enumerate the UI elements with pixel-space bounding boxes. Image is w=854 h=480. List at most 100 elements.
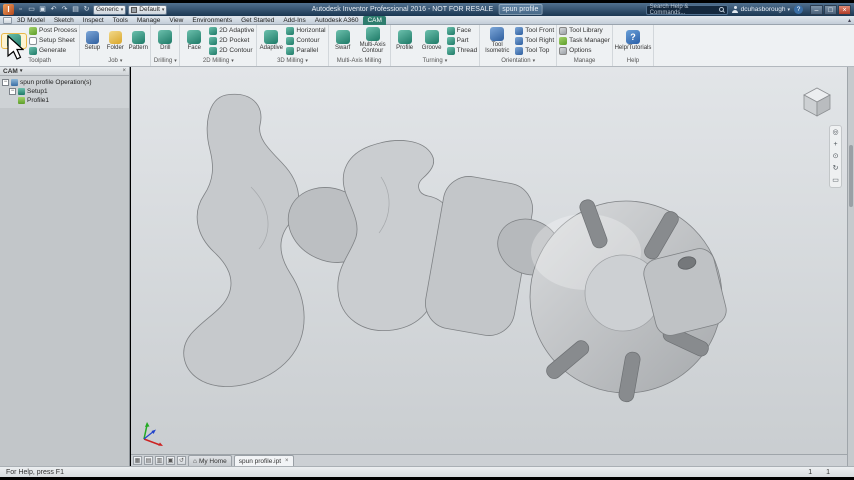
expander-icon[interactable]: −: [2, 78, 9, 86]
task-manager-button[interactable]: Task Manager: [559, 36, 610, 45]
close-tab-icon[interactable]: ×: [285, 458, 289, 464]
previous-view-icon[interactable]: ↺: [177, 456, 186, 465]
tool-top-button[interactable]: Tool Top: [515, 46, 554, 55]
help-icon[interactable]: ?: [794, 5, 803, 14]
turning-part-button[interactable]: Part: [446, 36, 478, 45]
tab-inspect[interactable]: Inspect: [79, 16, 108, 25]
new-file-icon[interactable]: ▫: [16, 5, 25, 15]
viewport-3d[interactable]: ◎ + ⊙ ↻ ▭ ▦ ▤ ▥ ▣ ↺ ⌂ My Home spun profi…: [131, 67, 847, 466]
tab-cam[interactable]: CAM: [363, 15, 386, 25]
tool-front-button[interactable]: Tool Front: [515, 26, 554, 35]
2d-contour-button[interactable]: 2D Contour: [209, 46, 254, 55]
2d-milling-group-label[interactable]: 2D Milling ▾: [182, 56, 254, 66]
inventor-logo-icon[interactable]: I: [3, 4, 14, 15]
setup-sheet-button[interactable]: Setup Sheet: [29, 36, 77, 45]
scrollbar-thumb[interactable]: [849, 145, 853, 207]
pattern-button[interactable]: Pattern: [128, 30, 148, 51]
tree-item-operations[interactable]: − spun profile Operation(s): [2, 78, 127, 86]
2d-adaptive-button[interactable]: 2D Adaptive: [209, 26, 254, 35]
tab-add-ins[interactable]: Add-Ins: [279, 16, 309, 25]
profile-button[interactable]: Profile: [393, 30, 417, 51]
quick-access-toolbar: I ▫ ▭ ▣ ↶ ↷ ▤ ↻ Generic ▾ Default ▾: [3, 4, 168, 15]
swarf-button[interactable]: Swarf: [331, 30, 355, 51]
horizontal-icon: [286, 26, 295, 35]
grid-view-icon[interactable]: ▦: [133, 456, 142, 465]
face-button[interactable]: Face: [182, 30, 206, 51]
model-spun-profile[interactable]: [131, 67, 847, 454]
pan-button[interactable]: +: [831, 140, 840, 149]
appearance-combo[interactable]: Default ▾: [128, 4, 168, 15]
help-tutorials-button[interactable]: ? Help/Tutorials: [615, 30, 651, 51]
tab-my-home[interactable]: ⌂ My Home: [188, 455, 232, 466]
tab-tools[interactable]: Tools: [109, 16, 132, 25]
user-account-button[interactable]: dcuhasborough ▾: [732, 6, 790, 13]
tab-view[interactable]: View: [165, 16, 187, 25]
update-icon[interactable]: ↻: [82, 5, 91, 15]
window-title: Autodesk Inventor Professional 2016 - NO…: [312, 3, 543, 16]
open-icon[interactable]: ▭: [27, 5, 36, 15]
list-view-icon[interactable]: ▤: [144, 456, 153, 465]
turning-face-icon: [446, 26, 455, 35]
profile-icon: [397, 30, 412, 44]
horizontal-button[interactable]: Horizontal: [286, 26, 326, 35]
search-icon: [718, 7, 724, 12]
help-search-input[interactable]: Search Help & Commands...: [645, 4, 728, 16]
setup-button[interactable]: Setup: [82, 30, 102, 51]
turning-thread-button[interactable]: Thread: [446, 46, 477, 55]
zoom-button[interactable]: ⊙: [831, 152, 840, 161]
view-cube[interactable]: [799, 83, 835, 119]
2d-pocket-button[interactable]: 2D Pocket: [209, 36, 254, 45]
document-name: spun profile: [498, 4, 543, 15]
ribbon-collapse-icon[interactable]: ▴: [848, 17, 851, 24]
tab-spun-profile-ipt[interactable]: spun profile.ipt ×: [233, 455, 294, 466]
contour-button[interactable]: Contour: [286, 36, 325, 45]
material-combo[interactable]: Generic ▾: [93, 4, 127, 15]
generate-icon: [29, 46, 37, 55]
drill-button[interactable]: Drill: [153, 30, 177, 51]
vertical-scrollbar[interactable]: [847, 67, 854, 466]
print-icon[interactable]: ▤: [71, 5, 80, 15]
app-menu-icon[interactable]: [3, 16, 12, 24]
close-button[interactable]: ×: [838, 4, 851, 15]
navigation-wheel-button[interactable]: ◎: [831, 128, 840, 137]
arrange-windows-icon[interactable]: ▣: [166, 456, 175, 465]
groove-button[interactable]: Groove: [420, 30, 444, 51]
tab-sketch[interactable]: Sketch: [50, 16, 78, 25]
expander-icon[interactable]: −: [9, 87, 16, 95]
folder-button[interactable]: Folder: [105, 30, 125, 51]
look-at-button[interactable]: ▭: [831, 176, 840, 185]
tool-isometric-icon: [490, 27, 505, 41]
job-group-label[interactable]: Job ▾: [82, 56, 148, 66]
redo-icon[interactable]: ↷: [60, 5, 69, 15]
options-button[interactable]: Options: [559, 46, 610, 55]
generate-button[interactable]: Generate: [29, 46, 77, 55]
orientation-group-label[interactable]: Orientation ▾: [482, 56, 554, 66]
maximize-button[interactable]: □: [824, 4, 837, 15]
tab-get-started[interactable]: Get Started: [237, 16, 278, 25]
tool-library-button[interactable]: Tool Library: [559, 26, 610, 35]
3d-milling-group-label[interactable]: 3D Milling ▾: [259, 56, 325, 66]
tree-item-profile1[interactable]: Profile1: [2, 96, 127, 104]
multi-axis-contour-button[interactable]: Multi-Axis Contour: [358, 27, 388, 54]
adaptive-button[interactable]: Adaptive: [259, 30, 283, 51]
tree-item-setup1[interactable]: − Setup1: [2, 87, 127, 95]
chevron-down-icon[interactable]: ▾: [20, 68, 23, 74]
tool-right-button[interactable]: Tool Right: [515, 36, 554, 45]
turning-face-button[interactable]: Face: [446, 26, 478, 35]
save-icon[interactable]: ▣: [38, 5, 47, 15]
tab-autodesk-a360[interactable]: Autodesk A360: [311, 16, 363, 25]
orbit-button[interactable]: ↻: [831, 164, 840, 173]
post-process-button[interactable]: Post Process: [29, 26, 77, 35]
drilling-group-label[interactable]: Drilling ▾: [153, 56, 177, 66]
turning-group-label[interactable]: Turning ▾: [393, 56, 478, 66]
tab-manage[interactable]: Manage: [133, 16, 165, 25]
tool-isometric-button[interactable]: Tool Isometric: [482, 27, 512, 54]
undo-icon[interactable]: ↶: [49, 5, 58, 15]
tab-3d-model[interactable]: 3D Model: [13, 16, 49, 25]
columns-view-icon[interactable]: ▥: [155, 456, 164, 465]
parallel-button[interactable]: Parallel: [286, 46, 325, 55]
adaptive-icon: [264, 30, 279, 44]
browser-close-icon[interactable]: ×: [122, 68, 126, 74]
minimize-button[interactable]: –: [810, 4, 823, 15]
tab-environments[interactable]: Environments: [188, 16, 236, 25]
